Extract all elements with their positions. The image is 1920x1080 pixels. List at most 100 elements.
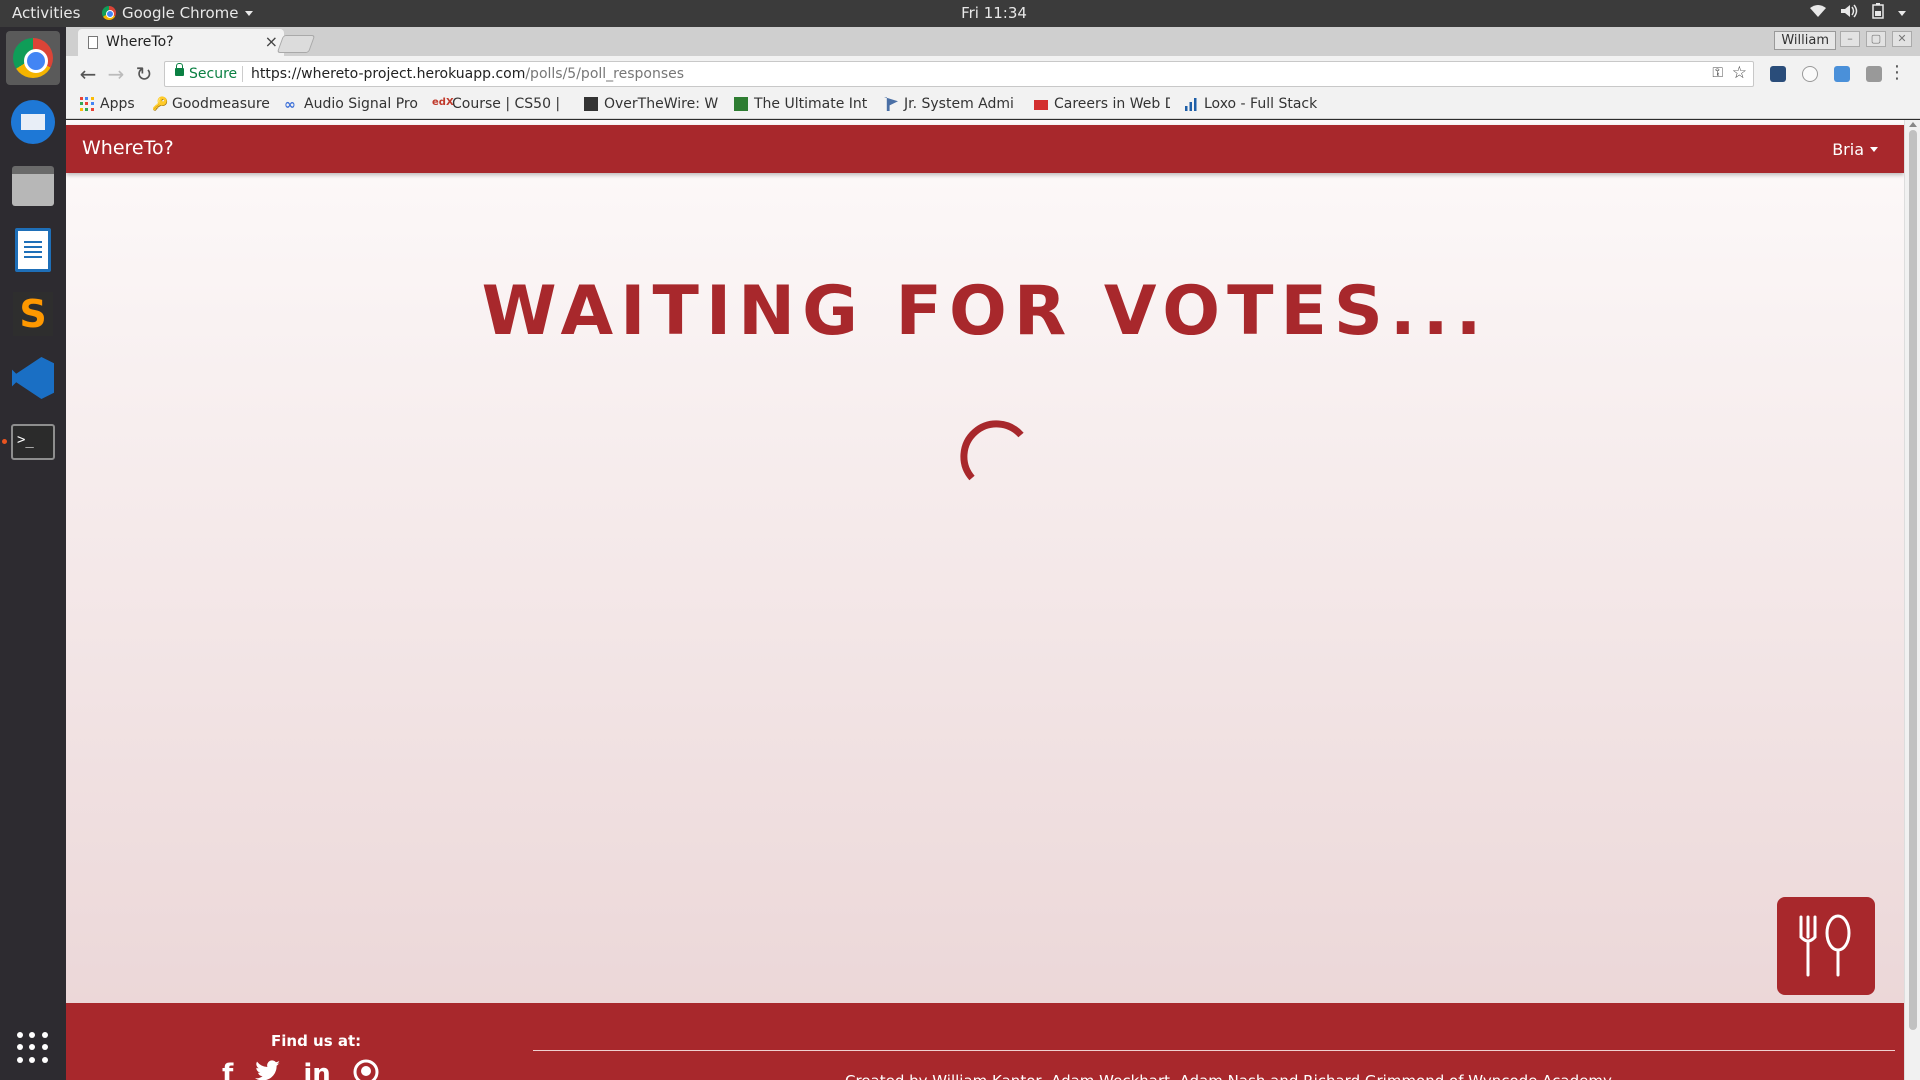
user-dropdown[interactable]: Bria [1832,140,1878,159]
secure-label: Secure [189,66,238,82]
tab-title: WhereTo? [106,34,174,50]
facebook-icon[interactable]: f [222,1059,233,1080]
scrollbar-thumb[interactable] [1909,130,1917,1030]
chevron-down-icon [1870,147,1878,152]
launcher-chrome[interactable] [6,31,60,85]
clock[interactable]: Fri 11:34 [0,4,1920,22]
system-tray[interactable] [1810,3,1906,23]
page-title: WAITING FOR VOTES... [481,272,1489,351]
bookmark-label: The Ultimate Int [754,96,868,112]
extension-k-icon[interactable] [1866,66,1882,82]
minimize-icon[interactable]: – [1840,31,1860,47]
launcher-files[interactable] [6,159,60,213]
page-icon [88,36,98,49]
green-square-icon [734,97,748,111]
footer-credits: Created by William Kantor, Adam Weckhart… [845,1072,1612,1080]
brand-link[interactable]: WhereTo? [82,137,174,159]
user-name: Bria [1832,140,1864,159]
page-scrollbar[interactable] [1904,120,1920,1080]
restaurant-action-button[interactable] [1777,897,1875,995]
footer-divider [533,1050,1895,1051]
tab-whereto[interactable]: WhereTo? × [78,29,284,56]
bookmark-label: Careers in Web D [1054,96,1170,112]
bookmark-label: Jr. System Admi [904,96,1014,112]
launcher-terminal[interactable]: >_ [6,415,60,469]
scroll-up-icon[interactable] [1909,122,1917,127]
password-key-icon[interactable]: ⚿ [1712,65,1723,81]
launcher-thunderbird[interactable] [6,95,60,149]
bar-chart-icon [1184,97,1198,111]
forward-arrow-icon[interactable]: → [104,62,128,86]
extension-circle-icon[interactable] [1802,66,1818,82]
flag-icon [884,97,898,111]
page-viewport: WhereTo? Bria WAITING FOR VOTES... Find … [66,120,1904,1080]
bookmark-label: Audio Signal Pro [304,96,418,112]
social-links: f in [222,1059,379,1080]
launcher-writer[interactable] [6,223,60,277]
mail-icon [11,100,55,144]
os-top-bar: Activities Google Chrome Fri 11:34 [0,0,1920,27]
close-window-icon[interactable]: ✕ [1892,31,1912,47]
mail-red-icon [1034,100,1048,110]
edx-icon: edX [432,97,454,108]
bookmark-label: Apps [100,96,135,112]
bookmarks-bar: Apps 🔑 Goodmeasure ∞ Audio Signal Pro ed… [66,92,1920,119]
window-controls: – ▢ ✕ [1840,31,1912,47]
url-text[interactable]: https://whereto-project.herokuapp.com/po… [251,66,684,82]
infinity-icon: ∞ [284,97,296,112]
bookmark-careers-web[interactable]: Careers in Web D [1034,96,1170,112]
reload-icon[interactable]: ↻ [132,62,156,86]
maximize-icon[interactable]: ▢ [1866,31,1886,47]
launcher: S >_ [0,27,66,1080]
writer-icon [15,228,51,272]
url-host: https://whereto-project.herokuapp.com [251,66,526,82]
bookmark-loxo[interactable]: Loxo - Full Stack [1184,96,1334,112]
page-footer: Find us at: f in Created by William Kant… [66,1003,1904,1080]
github-icon[interactable] [353,1059,379,1080]
bookmark-jr-sysadmin[interactable]: Jr. System Admi [884,96,1020,112]
linkedin-icon[interactable]: in [303,1059,330,1080]
bookmark-apps[interactable]: Apps [80,96,135,112]
chrome-icon [13,38,53,78]
bookmark-label: Course | CS50 | e [452,96,564,112]
bookmark-ultimate-int[interactable]: The Ultimate Int [734,96,870,112]
apps-grid-icon [80,97,94,111]
wifi-icon[interactable] [1810,4,1826,22]
fork-spoon-icon [1799,914,1851,977]
twitter-icon[interactable] [255,1059,281,1080]
back-arrow-icon[interactable]: ← [76,62,100,86]
bookmark-star-icon[interactable]: ☆ [1732,63,1747,83]
lock-icon [175,63,184,76]
extension-f-icon[interactable] [1834,66,1850,82]
new-tab-button[interactable] [276,35,316,53]
browser-toolbar: ← → ↻ Secure https://whereto-project.her… [66,56,1920,92]
bookmark-cs50[interactable]: edX Course | CS50 | e [432,96,564,112]
address-bar[interactable]: Secure https://whereto-project.herokuapp… [164,61,1754,87]
divider [242,66,243,82]
bookmark-goodmeasure[interactable]: 🔑 Goodmeasure [152,96,282,112]
extension-react-icon[interactable] [1770,66,1786,82]
bookmark-overthewire[interactable]: OverTheWire: W [584,96,720,112]
launcher-vscode[interactable] [6,351,60,405]
close-tab-icon[interactable]: × [265,32,278,51]
vscode-icon [12,357,54,399]
overthewire-icon [584,97,598,111]
show-applications-icon[interactable] [17,1032,49,1064]
volume-icon[interactable] [1840,4,1858,22]
tab-strip: WhereTo? × William – ▢ ✕ [66,27,1920,56]
launcher-sublime[interactable]: S [6,287,60,341]
bookmark-label: Loxo - Full Stack [1204,96,1318,112]
url-path: /polls/5/poll_responses [525,66,685,82]
terminal-icon: >_ [11,424,55,460]
battery-icon[interactable] [1872,3,1884,23]
profile-button[interactable]: William [1774,31,1836,50]
loading-spinner-icon [960,420,1024,481]
app-navbar: WhereTo? Bria [66,125,1904,173]
files-icon [12,166,54,206]
key-icon: 🔑 [152,97,169,112]
bookmark-label: Goodmeasure [172,96,270,112]
system-menu-chevron-icon[interactable] [1898,10,1906,16]
bookmark-audio-signal[interactable]: ∞ Audio Signal Pro [284,96,420,112]
sublime-text-icon: S [13,292,53,336]
chrome-menu-icon[interactable]: ⋮ [1888,62,1906,83]
